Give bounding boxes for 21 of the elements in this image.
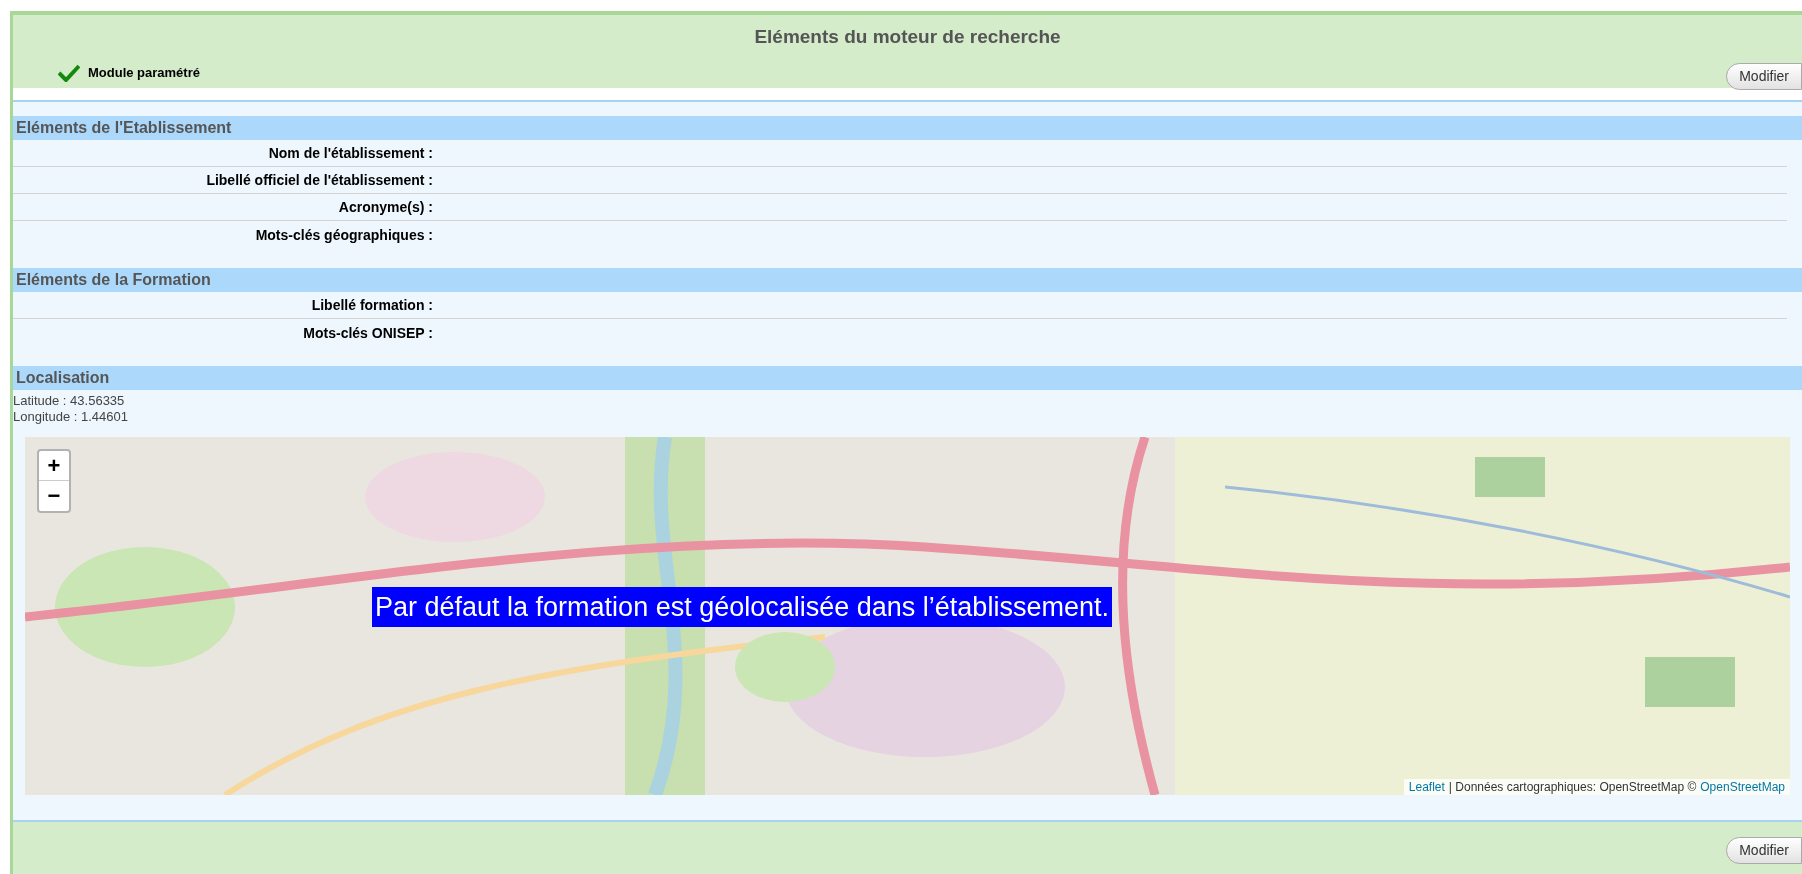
modify-button[interactable]: Modifier: [1726, 63, 1802, 90]
attribution-text: | Données cartographiques: OpenStreetMap ©: [1448, 779, 1697, 795]
field-label: Mots-clés géographiques :: [255, 226, 433, 243]
zoom-out-button[interactable]: −: [39, 481, 69, 511]
field-label: Libellé formation :: [311, 297, 433, 313]
coordinate-text: Longitude : 1.44601: [13, 409, 129, 425]
panel-title: Eléments du moteur de recherche: [753, 25, 1062, 49]
coordinate-text: Latitude : 43.56335: [13, 393, 126, 409]
modify-button[interactable]: Modifier: [1726, 837, 1802, 864]
field-label: Nom de l'établissement :: [268, 145, 433, 161]
section-header: Eléments de la Formation: [13, 268, 1802, 292]
zoom-in-button[interactable]: +: [39, 451, 69, 481]
section-header: Eléments de l'Etablissement: [13, 116, 1802, 140]
field-label: Libellé officiel de l'établissement :: [206, 172, 433, 188]
field-label: Acronyme(s) :: [338, 199, 433, 215]
annotation-banner: Par défaut la formation est géolocalisée dans l’établissement.: [372, 587, 1112, 627]
field-label: Mots-clés ONISEP :: [303, 324, 433, 341]
openstreetmap-link[interactable]: OpenStreetMap: [1700, 779, 1785, 795]
status-label: Module paramétré: [88, 64, 200, 82]
leaflet-link[interactable]: Leaflet: [1408, 779, 1445, 795]
section-header: Localisation: [13, 366, 1802, 390]
